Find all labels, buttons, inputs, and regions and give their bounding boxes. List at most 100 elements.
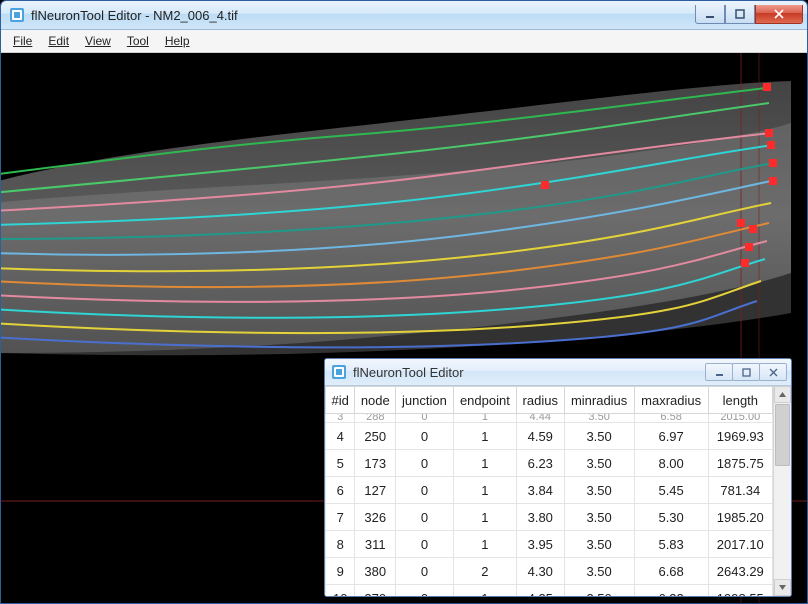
cell-junction: 0 bbox=[396, 504, 454, 531]
chevron-down-icon bbox=[779, 585, 786, 590]
endpoint-marker[interactable] bbox=[741, 259, 749, 267]
table-body: 3 288 0 1 4.44 3.50 6.58 2015.00 4250014… bbox=[326, 414, 773, 598]
minimize-icon bbox=[715, 368, 724, 377]
child-minimize-button[interactable] bbox=[705, 363, 733, 381]
cell-length: 781.34 bbox=[708, 477, 772, 504]
cell-maxradius: 6.97 bbox=[634, 423, 708, 450]
table-scrollbar[interactable] bbox=[773, 386, 791, 596]
cell-id: 7 bbox=[326, 504, 355, 531]
col-minradius[interactable]: minradius bbox=[564, 387, 634, 414]
cell-radius: 4.35 bbox=[516, 585, 564, 598]
endpoint-marker[interactable] bbox=[769, 159, 777, 167]
col-id[interactable]: #id bbox=[326, 387, 355, 414]
menu-file[interactable]: File bbox=[7, 32, 38, 50]
col-junction[interactable]: junction bbox=[396, 387, 454, 414]
cell-radius: 3.80 bbox=[516, 504, 564, 531]
menu-bar: File Edit View Tool Help bbox=[1, 30, 807, 53]
cell-node: 326 bbox=[355, 504, 396, 531]
cell-id: 8 bbox=[326, 531, 355, 558]
cell-junction: 0 bbox=[396, 585, 454, 598]
app-icon bbox=[331, 364, 347, 380]
maximize-button[interactable] bbox=[725, 5, 755, 24]
scroll-up-button[interactable] bbox=[774, 386, 791, 403]
maximize-icon bbox=[742, 368, 751, 377]
cell-maxradius: 6.68 bbox=[634, 558, 708, 585]
menu-edit[interactable]: Edit bbox=[42, 32, 75, 50]
table-row[interactable]: 9380024.303.506.682643.29 bbox=[326, 558, 773, 585]
data-table-window[interactable]: flNeuronTool Editor #id node junction en… bbox=[324, 358, 792, 597]
menu-help[interactable]: Help bbox=[159, 32, 196, 50]
chevron-up-icon bbox=[779, 392, 786, 397]
scroll-thumb[interactable] bbox=[775, 404, 790, 466]
cell-id: 9 bbox=[326, 558, 355, 585]
cell-minradius: 3.50 bbox=[564, 477, 634, 504]
cell-minradius: 3.50 bbox=[564, 450, 634, 477]
endpoint-marker[interactable] bbox=[541, 181, 549, 189]
cell-junction: 0 bbox=[396, 531, 454, 558]
cell-minradius: 3.50 bbox=[564, 585, 634, 598]
cell-maxradius: 8.00 bbox=[634, 450, 708, 477]
cell-id: 5 bbox=[326, 450, 355, 477]
col-node[interactable]: node bbox=[355, 387, 396, 414]
endpoint-marker[interactable] bbox=[745, 243, 753, 251]
close-button[interactable] bbox=[755, 5, 803, 24]
table-row-truncated[interactable]: 3 288 0 1 4.44 3.50 6.58 2015.00 bbox=[326, 414, 773, 423]
table-row[interactable]: 10270014.353.506.321998.55 bbox=[326, 585, 773, 598]
col-length[interactable]: length bbox=[708, 387, 772, 414]
cell-junction: 0 bbox=[396, 423, 454, 450]
cell-junction: 0 bbox=[396, 450, 454, 477]
minimize-button[interactable] bbox=[695, 5, 725, 24]
neuron-data-table[interactable]: #id node junction endpoint radius minrad… bbox=[325, 386, 773, 597]
close-icon bbox=[774, 9, 784, 19]
endpoint-marker[interactable] bbox=[769, 177, 777, 185]
cell-node: 311 bbox=[355, 531, 396, 558]
cell-maxradius: 5.83 bbox=[634, 531, 708, 558]
endpoint-marker[interactable] bbox=[767, 141, 775, 149]
child-close-button[interactable] bbox=[759, 363, 787, 381]
col-radius[interactable]: radius bbox=[516, 387, 564, 414]
cell-minradius: 3.50 bbox=[564, 531, 634, 558]
child-maximize-button[interactable] bbox=[732, 363, 760, 381]
cell-id: 10 bbox=[326, 585, 355, 598]
main-titlebar[interactable]: flNeuronTool Editor - NM2_006_4.tif bbox=[1, 1, 807, 30]
table-header-row: #id node junction endpoint radius minrad… bbox=[326, 387, 773, 414]
child-titlebar[interactable]: flNeuronTool Editor bbox=[325, 359, 791, 386]
cell-endpoint: 1 bbox=[453, 450, 516, 477]
cell-radius: 4.59 bbox=[516, 423, 564, 450]
menu-view[interactable]: View bbox=[79, 32, 117, 50]
table-row[interactable]: 7326013.803.505.301985.20 bbox=[326, 504, 773, 531]
endpoint-marker[interactable] bbox=[737, 219, 745, 227]
cell-junction: 0 bbox=[396, 477, 454, 504]
cell-endpoint: 2 bbox=[453, 558, 516, 585]
cell-length: 1998.55 bbox=[708, 585, 772, 598]
cell-endpoint: 1 bbox=[453, 504, 516, 531]
table-row[interactable]: 6127013.843.505.45781.34 bbox=[326, 477, 773, 504]
cell-node: 127 bbox=[355, 477, 396, 504]
table-row[interactable]: 5173016.233.508.001875.75 bbox=[326, 450, 773, 477]
cell-endpoint: 1 bbox=[453, 477, 516, 504]
cell-id: 6 bbox=[326, 477, 355, 504]
table-container: #id node junction endpoint radius minrad… bbox=[325, 386, 791, 596]
cell-node: 250 bbox=[355, 423, 396, 450]
cell-length: 1985.20 bbox=[708, 504, 772, 531]
cell-radius: 3.95 bbox=[516, 531, 564, 558]
endpoint-marker[interactable] bbox=[765, 129, 773, 137]
maximize-icon bbox=[735, 9, 745, 19]
endpoint-marker[interactable] bbox=[763, 83, 771, 91]
endpoint-marker[interactable] bbox=[749, 225, 757, 233]
cell-id: 4 bbox=[326, 423, 355, 450]
scroll-down-button[interactable] bbox=[774, 579, 791, 596]
table-row[interactable]: 4250014.593.506.971969.93 bbox=[326, 423, 773, 450]
window-controls bbox=[695, 5, 803, 25]
cell-endpoint: 1 bbox=[453, 423, 516, 450]
cell-endpoint: 1 bbox=[453, 585, 516, 598]
cell-length: 1969.93 bbox=[708, 423, 772, 450]
col-endpoint[interactable]: endpoint bbox=[453, 387, 516, 414]
cell-maxradius: 6.32 bbox=[634, 585, 708, 598]
cell-maxradius: 5.30 bbox=[634, 504, 708, 531]
col-maxradius[interactable]: maxradius bbox=[634, 387, 708, 414]
cell-node: 270 bbox=[355, 585, 396, 598]
cell-length: 2643.29 bbox=[708, 558, 772, 585]
table-row[interactable]: 8311013.953.505.832017.10 bbox=[326, 531, 773, 558]
menu-tool[interactable]: Tool bbox=[121, 32, 155, 50]
